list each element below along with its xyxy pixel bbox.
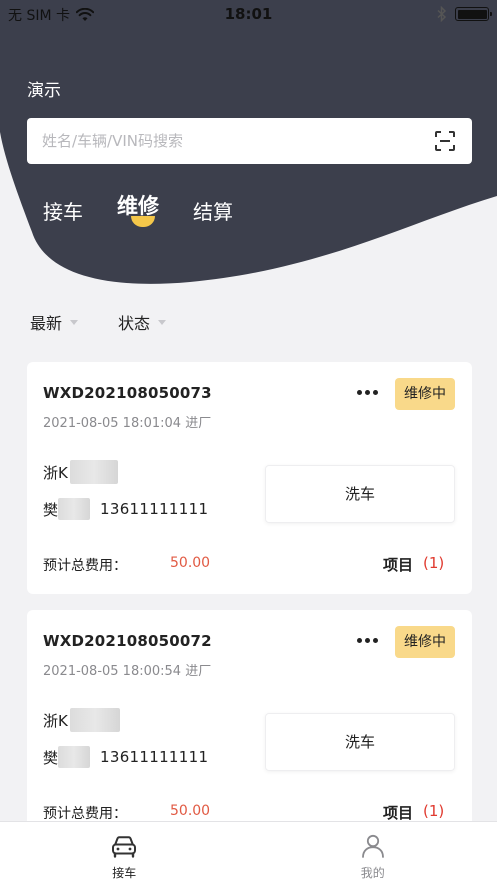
owner-info: 樊 13611111111	[43, 498, 208, 520]
scan-icon[interactable]	[434, 130, 456, 152]
page-title: 演示	[27, 81, 61, 101]
bluetooth-icon	[437, 6, 447, 22]
filter-bar: 最新 状态	[30, 310, 167, 334]
clock: 18:01	[224, 5, 273, 23]
tab-repair[interactable]: 维修	[117, 190, 159, 227]
tabbar-item-pickup[interactable]: 接车	[0, 822, 249, 883]
service-item[interactable]: 洗车	[265, 465, 455, 523]
main-tabs: 接车 维修 结算	[43, 194, 233, 227]
owner-name-redacted	[58, 498, 91, 520]
status-bar: 无 SIM 卡 18:01	[0, 0, 497, 30]
battery-icon	[455, 7, 492, 21]
owner-info: 樊 13611111111	[43, 746, 208, 768]
plate-number: 浙K	[43, 460, 118, 484]
items-count: (1)	[423, 554, 445, 572]
order-card[interactable]: WXD202108050072 2021-08-05 18:00:54 进厂 维…	[27, 610, 472, 842]
status-badge: 维修中	[395, 626, 455, 658]
filter-status[interactable]: 状态	[118, 310, 167, 334]
tabbar-label-pickup: 接车	[112, 866, 137, 880]
more-icon[interactable]	[357, 635, 381, 645]
tab-pickup[interactable]: 接车	[43, 196, 83, 226]
plate-redacted	[69, 460, 118, 484]
active-tab-indicator	[131, 216, 155, 227]
tabbar-label-me: 我的	[360, 866, 385, 880]
owner-name-redacted	[58, 746, 91, 768]
items-label: 项目	[383, 804, 414, 822]
plate-number: 浙K	[43, 708, 120, 732]
order-time: 2021-08-05 18:00:54 进厂	[43, 664, 212, 679]
car-icon	[112, 836, 137, 858]
caret-down-icon	[70, 319, 79, 325]
owner-name-prefix: 樊	[43, 500, 59, 519]
status-badge: 维修中	[395, 378, 455, 410]
tabbar-item-me[interactable]: 我的	[249, 822, 497, 883]
owner-name-prefix: 樊	[43, 748, 59, 767]
filter-status-label: 状态	[118, 314, 151, 333]
bottom-tab-bar: 接车 我的	[0, 821, 497, 883]
order-number: WXD202108050072	[43, 632, 212, 650]
plate-prefix: 浙K	[43, 463, 68, 482]
cost-value: 50.00	[170, 555, 211, 571]
user-icon	[361, 834, 384, 858]
filter-latest-label: 最新	[30, 314, 63, 333]
items-label: 项目	[383, 556, 414, 574]
filter-latest[interactable]: 最新	[30, 310, 79, 334]
tab-settlement[interactable]: 结算	[193, 196, 233, 226]
items-count: (1)	[423, 802, 445, 820]
service-item[interactable]: 洗车	[265, 713, 455, 771]
plate-prefix: 浙K	[43, 711, 68, 730]
order-card[interactable]: WXD202108050073 2021-08-05 18:01:04 进厂 维…	[27, 362, 472, 594]
order-time: 2021-08-05 18:01:04 进厂	[43, 416, 212, 431]
caret-down-icon	[158, 319, 167, 325]
plate-redacted	[69, 708, 120, 732]
cost-label: 预计总费用：	[43, 558, 127, 574]
order-number: WXD202108050073	[43, 384, 212, 402]
order-list: WXD202108050073 2021-08-05 18:01:04 进厂 维…	[27, 362, 472, 858]
cost-label: 预计总费用：	[43, 806, 127, 822]
search-input[interactable]	[27, 118, 407, 164]
owner-phone: 13611111111	[100, 748, 209, 766]
owner-phone: 13611111111	[100, 500, 209, 518]
search-bar	[27, 118, 472, 164]
cost-value: 50.00	[170, 803, 211, 819]
tab-repair-label: 维修	[117, 194, 159, 218]
more-icon[interactable]	[357, 387, 381, 397]
